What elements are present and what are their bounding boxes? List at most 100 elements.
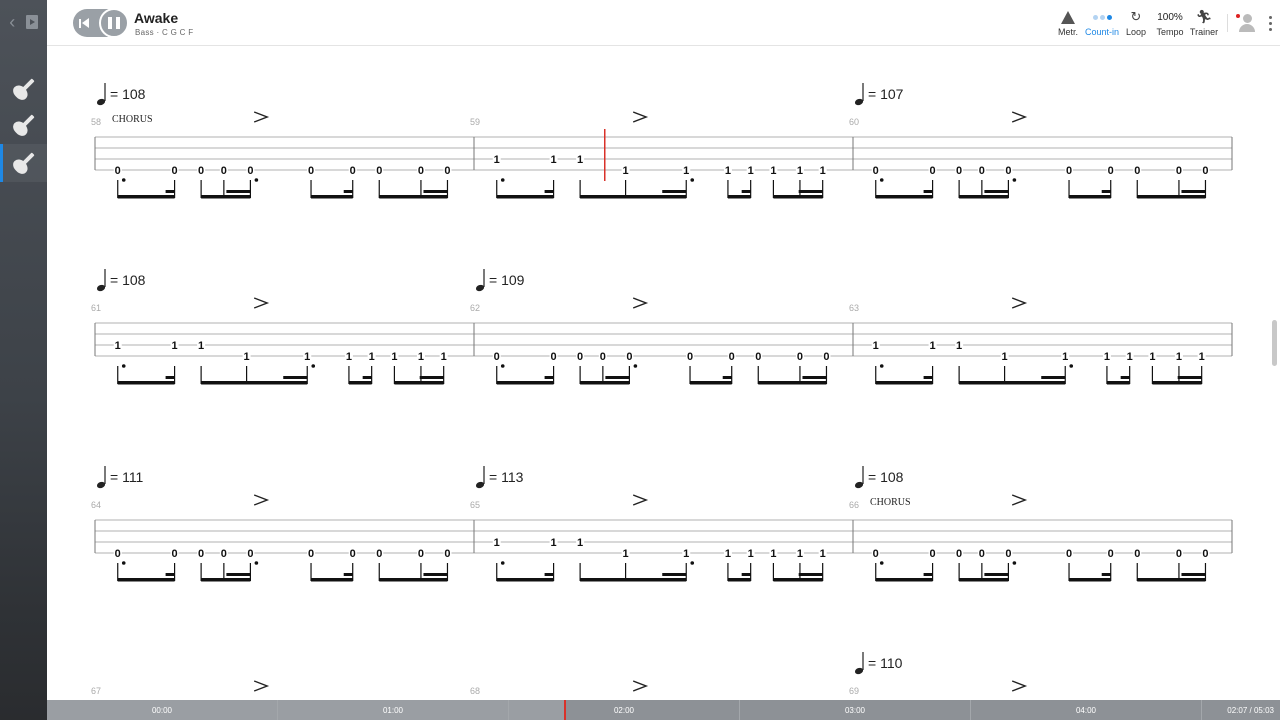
fret-number: 1 [748, 548, 754, 560]
sixteenth-flag [165, 376, 175, 379]
note-beam [117, 381, 175, 385]
accent-mark [253, 494, 270, 506]
fret-number: 0 [221, 548, 227, 560]
measure-number: 68 [470, 686, 480, 696]
count-in-button[interactable]: Count-in [1085, 0, 1119, 46]
chevron-left-icon[interactable]: ‹ [9, 13, 15, 31]
bass-guitar-icon [9, 148, 39, 178]
fret-number: 1 [770, 165, 776, 177]
fret-number: 1 [725, 548, 731, 560]
dotted-note [1069, 364, 1074, 368]
note-beam [201, 381, 308, 385]
measure-number: 69 [849, 686, 859, 696]
note-beam [690, 381, 732, 385]
fret-number: 0 [797, 351, 803, 363]
sixteenth-beam [423, 573, 448, 576]
fret-number: 0 [551, 351, 557, 363]
sixteenth-beam [605, 376, 630, 379]
fret-number: 0 [247, 165, 253, 177]
sixteenth-beam [1177, 376, 1202, 379]
note-beam [117, 195, 175, 199]
accent-mark [1011, 680, 1028, 692]
loop-button[interactable]: ↻ Loop [1119, 0, 1153, 46]
note-beam [1069, 195, 1111, 199]
section-label: CHORUS [112, 114, 153, 125]
running-person-icon: 🏃︎ [1195, 9, 1213, 24]
trainer-button[interactable]: 🏃︎ Trainer [1187, 0, 1221, 46]
skip-back-button[interactable] [73, 9, 95, 37]
metronome-button[interactable]: Metr. [1051, 0, 1085, 46]
sixteenth-beam [798, 573, 823, 576]
measure-number: 59 [470, 117, 480, 127]
fret-number: 0 [1134, 548, 1140, 560]
tab-staff-canvas: 58 = 108 CHORUS 0 0 0 0 0 0 0 0 0 0 59 1 1 1 1 1 1 1 1 1 1 60 = 1… [91, 83, 1233, 696]
accent-mark [1011, 111, 1028, 123]
fret-number: 1 [820, 165, 826, 177]
playback-time: 02:07 / 05:03 [1227, 705, 1274, 715]
sixteenth-flag [343, 573, 353, 576]
dotted-note [500, 178, 505, 182]
sixteenth-beam [662, 190, 687, 193]
fret-number: 1 [683, 165, 689, 177]
track-button-2[interactable] [0, 106, 47, 144]
fret-number: 0 [577, 351, 583, 363]
more-menu-icon[interactable] [1260, 0, 1280, 46]
fret-number: 1 [1062, 351, 1068, 363]
fret-number: 1 [770, 548, 776, 560]
note-beam [758, 381, 827, 385]
dotted-note [500, 561, 505, 565]
track-button-bass[interactable] [0, 144, 47, 182]
panel-toggle-icon[interactable] [25, 15, 38, 29]
dotted-note [254, 178, 259, 182]
sixteenth-beam [283, 376, 308, 379]
fret-number: 0 [350, 548, 356, 560]
metronome-label: Metr. [1057, 27, 1078, 37]
timeline-playhead[interactable] [564, 700, 567, 720]
tempo-marking: = 111 [110, 469, 144, 485]
fret-number: 1 [623, 165, 629, 177]
accent-mark [632, 111, 649, 123]
fret-number: 1 [1176, 351, 1182, 363]
fret-number: 1 [623, 548, 629, 560]
fret-number: 0 [198, 165, 204, 177]
user-icon [1242, 14, 1252, 23]
fret-number: 1 [115, 340, 121, 352]
fret-number: 1 [198, 340, 204, 352]
tempo-value: 100% [1157, 11, 1183, 23]
note-beam [1137, 578, 1206, 582]
dotted-note [311, 364, 316, 368]
fret-number: 0 [444, 548, 450, 560]
fret-number: 0 [979, 548, 985, 560]
measure-number: 58 [91, 117, 101, 127]
fret-number: 1 [577, 154, 583, 166]
dotted-note [1012, 561, 1017, 565]
tempo-button[interactable]: 100% Tempo [1153, 0, 1187, 46]
guitar-icon [9, 74, 39, 104]
tablature-score[interactable]: 58 = 108 CHORUS 0 0 0 0 0 0 0 0 0 0 59 1 1 1 1 1 1 1 1 1 1 60 = 1… [47, 46, 1280, 700]
sixteenth-flag [1101, 190, 1111, 193]
fret-number: 1 [551, 537, 557, 549]
pause-button[interactable] [99, 8, 129, 38]
tempo-marking: = 108 [110, 272, 146, 288]
track-button-1[interactable] [0, 70, 47, 108]
sixteenth-beam [662, 573, 687, 576]
note-beam [875, 195, 933, 199]
sixteenth-flag [544, 190, 554, 193]
score-scrollbar[interactable] [1272, 320, 1277, 366]
accent-mark [253, 680, 270, 692]
fret-number: 1 [1199, 351, 1205, 363]
fret-number: 0 [172, 548, 178, 560]
fret-number: 1 [244, 351, 250, 363]
measure-number: 61 [91, 303, 101, 313]
fret-number: 0 [115, 548, 121, 560]
song-timeline[interactable]: 00:00 01:00 02:00 03:00 04:00 02:07 / 05:03 [47, 700, 1280, 720]
user-avatar[interactable] [1234, 0, 1260, 46]
dotted-note [121, 364, 126, 368]
fret-number: 0 [172, 165, 178, 177]
fret-number: 1 [494, 154, 500, 166]
sixteenth-beam [984, 190, 1009, 193]
fret-number: 0 [1066, 165, 1072, 177]
sixteenth-flag [741, 190, 751, 193]
fret-number: 0 [376, 548, 382, 560]
fret-number: 0 [956, 548, 962, 560]
